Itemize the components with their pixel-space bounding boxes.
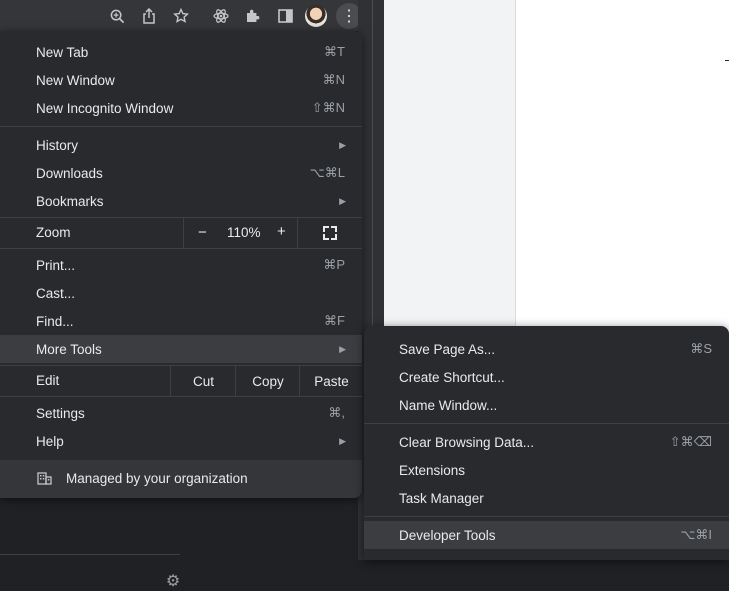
menu-item-more-tools[interactable]: More Tools ▶: [0, 335, 362, 363]
menu-item-label: Downloads: [36, 165, 103, 181]
menu-item-new-window[interactable]: New Window ⌘N: [0, 66, 362, 94]
side-panel-icon[interactable]: [275, 6, 295, 26]
edit-row: Edit Cut Copy Paste: [0, 366, 362, 396]
divider: [364, 516, 729, 517]
shortcut: ⌘N: [322, 72, 345, 87]
shortcut: ⌘,: [328, 405, 345, 420]
menu-item-settings[interactable]: Settings ⌘,: [0, 399, 362, 427]
divider: [0, 126, 362, 127]
menu-item-label: Developer Tools: [399, 527, 496, 543]
menu-item-label: Create Shortcut...: [399, 369, 505, 385]
menu-item-label: Bookmarks: [36, 193, 104, 209]
menu-item-label: History: [36, 137, 79, 153]
zoom-out-button[interactable]: −: [198, 224, 207, 241]
menu-item-save-page-as[interactable]: Save Page As... ⌘S: [364, 335, 729, 363]
building-icon: [37, 472, 52, 485]
menu-item-extensions[interactable]: Extensions: [364, 456, 729, 484]
divider: [0, 248, 362, 249]
menu-item-clear-browsing-data[interactable]: Clear Browsing Data... ⇧⌘⌫: [364, 428, 729, 456]
gear-icon[interactable]: ⚙: [163, 571, 183, 591]
menu-item-new-tab[interactable]: New Tab ⌘T: [0, 38, 362, 66]
menu-item-history[interactable]: History ▶: [0, 131, 362, 159]
chrome-menu: New Tab ⌘T New Window ⌘N New Incognito W…: [0, 31, 362, 498]
divider: [0, 554, 180, 555]
menu-item-create-shortcut[interactable]: Create Shortcut...: [364, 363, 729, 391]
menu-item-new-incognito-window[interactable]: New Incognito Window ⇧⌘N: [0, 94, 362, 122]
menu-item-label: Cast...: [36, 285, 76, 301]
divider: [0, 396, 362, 397]
menu-item-label: Find...: [36, 313, 74, 329]
share-icon[interactable]: [139, 6, 159, 26]
menu-item-bookmarks[interactable]: Bookmarks ▶: [0, 187, 362, 215]
menu-item-label: Save Page As...: [399, 341, 496, 357]
shortcut: ⌘P: [323, 257, 345, 272]
more-tools-submenu: Save Page As... ⌘S Create Shortcut... Na…: [364, 326, 729, 560]
menu-item-label: Name Window...: [399, 397, 498, 413]
extensions-icon[interactable]: [243, 6, 263, 26]
cut-button[interactable]: Cut: [170, 366, 236, 396]
chevron-right-icon: ▶: [339, 343, 346, 354]
fullscreen-icon[interactable]: [323, 226, 337, 240]
menu-item-label: New Incognito Window: [36, 100, 174, 116]
menu-item-label: Extensions: [399, 462, 466, 478]
menu-item-label: Settings: [36, 405, 85, 421]
menu-item-label: Help: [36, 433, 64, 449]
chevron-right-icon: ▶: [339, 435, 346, 446]
shortcut: ⌥⌘I: [680, 527, 712, 542]
zoom-in-button[interactable]: +: [277, 223, 286, 240]
menu-item-label: New Tab: [36, 44, 89, 60]
menu-item-label: New Window: [36, 72, 115, 88]
managed-label: Managed by your organization: [66, 471, 248, 486]
chevron-right-icon: ▶: [339, 195, 346, 206]
zoom-level: 110%: [227, 225, 261, 240]
menu-item-label: More Tools: [36, 341, 102, 357]
menu-item-find[interactable]: Find... ⌘F: [0, 307, 362, 335]
menu-item-downloads[interactable]: Downloads ⌥⌘L: [0, 159, 362, 187]
shortcut: ⌥⌘L: [309, 165, 345, 180]
menu-item-label: Print...: [36, 257, 76, 273]
bookmark-star-icon[interactable]: [171, 6, 191, 26]
menu-item-task-manager[interactable]: Task Manager: [364, 484, 729, 512]
chevron-right-icon: ▶: [339, 139, 346, 150]
menu-item-help[interactable]: Help ▶: [0, 427, 362, 455]
react-devtools-icon[interactable]: [211, 6, 231, 26]
copy-button[interactable]: Copy: [235, 366, 300, 396]
browser-toolbar: ⋮: [0, 0, 370, 31]
zoom-label: Zoom: [36, 225, 71, 240]
menu-item-cast[interactable]: Cast...: [0, 279, 362, 307]
managed-by-org[interactable]: Managed by your organization: [0, 460, 362, 498]
avatar[interactable]: [305, 5, 327, 27]
edit-label: Edit: [36, 373, 60, 388]
paste-button[interactable]: Paste: [299, 366, 363, 396]
zoom-controls: − 110% +: [183, 218, 298, 248]
divider: [364, 423, 729, 424]
shortcut: ⌘F: [324, 313, 345, 328]
menu-item-name-window[interactable]: Name Window...: [364, 391, 729, 419]
menu-item-label: Task Manager: [399, 490, 484, 506]
shortcut: ⌘T: [324, 44, 345, 59]
shortcut: ⇧⌘N: [311, 100, 345, 115]
menu-item-print[interactable]: Print... ⌘P: [0, 251, 362, 279]
menu-item-developer-tools[interactable]: Developer Tools ⌥⌘I: [364, 521, 729, 549]
zoom-icon[interactable]: [107, 6, 127, 26]
shortcut: ⇧⌘⌫: [669, 434, 712, 449]
page-mark: [725, 60, 729, 61]
zoom-row: Zoom − 110% +: [0, 218, 362, 248]
shortcut: ⌘S: [690, 341, 712, 356]
menu-item-label: Clear Browsing Data...: [399, 434, 535, 450]
